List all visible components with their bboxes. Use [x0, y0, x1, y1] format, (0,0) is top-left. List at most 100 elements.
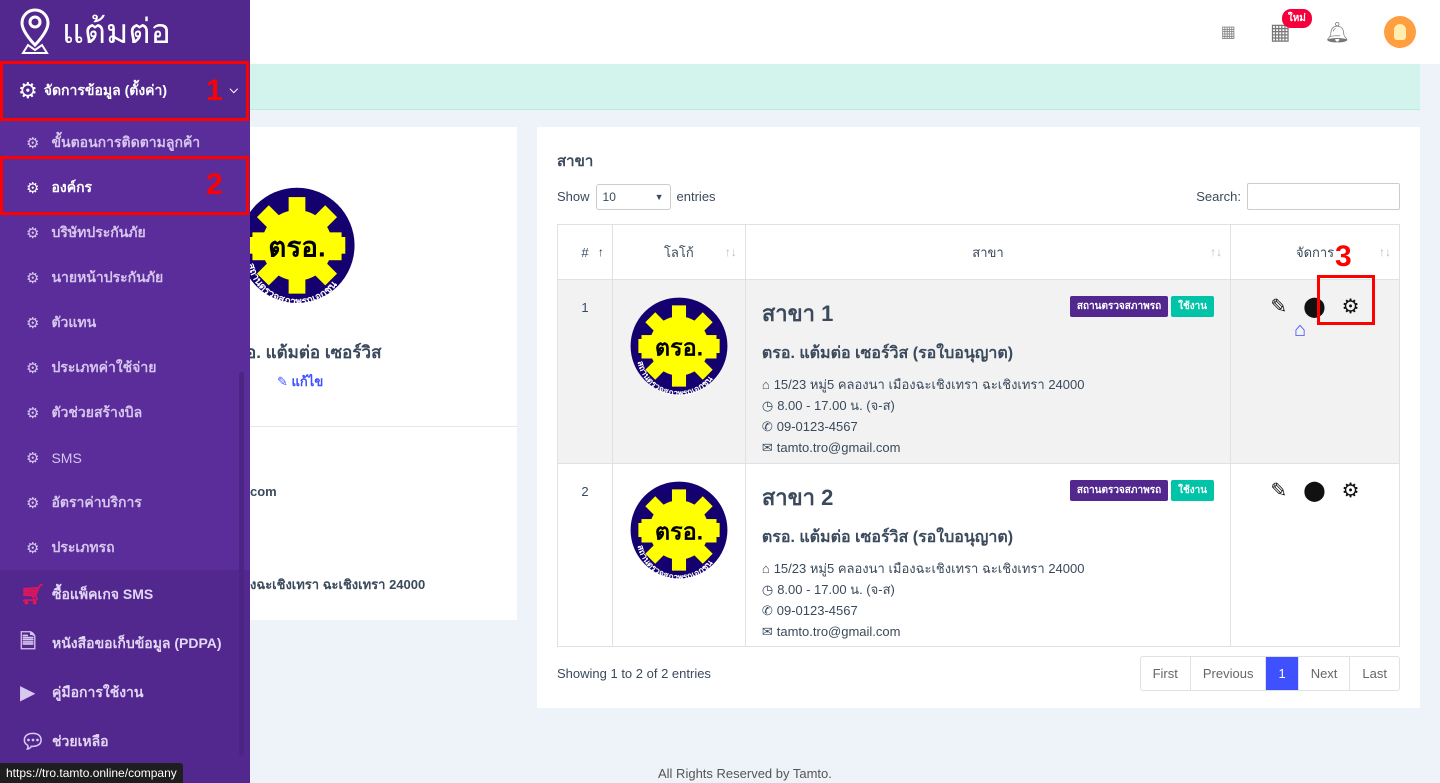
sidebar-item-8[interactable]: ⚙ อัตราค่าบริการ: [0, 480, 250, 525]
divider: [250, 426, 517, 427]
envelope-icon: ✉: [761, 439, 773, 455]
branch-logo: ตรอ. สถานตรวจสภาพรถเอกชน: [630, 481, 728, 582]
edit-company-link[interactable]: ✎ แก้ไข: [277, 371, 323, 392]
sidebar-item-label: อัตราค่าบริการ: [51, 493, 142, 510]
phone-icon: ✆: [761, 602, 773, 618]
map-marker-icon[interactable]: ⬤: [1303, 478, 1325, 503]
pagination-previous[interactable]: Previous: [1189, 657, 1266, 690]
brand-logo[interactable]: แต้มต่อ: [0, 0, 250, 62]
type-badge: สถานตรวจสภาพรถ: [1069, 296, 1169, 317]
logo-abbr: ตรอ.: [268, 232, 326, 263]
row-number: 1: [557, 279, 613, 464]
sidebar-scrollbar[interactable]: [239, 372, 244, 756]
edit-pencil-icon[interactable]: ✎: [1271, 294, 1288, 319]
sidebar-item-label: ซื้อแพ็คเกจ SMS: [52, 585, 154, 602]
branch-address: 15/23 หมู่5 คลองนา เมืองฉะเชิงเทรา ฉะเชิ…: [773, 561, 1085, 576]
actions-cell: ✎ ⬤ ⚙: [1230, 463, 1400, 647]
home-icon: ⌂: [761, 561, 770, 576]
sidebar-item-label: หนังสือขอเก็บข้อมูล (PDPA): [52, 634, 222, 651]
sidebar-item-6[interactable]: ⚙ ตัวช่วยสร้างบิล: [0, 390, 250, 435]
file-icon: 🗎: [20, 630, 37, 653]
sidebar-item-2[interactable]: ⚙ บริษัทประกันภัย: [0, 210, 250, 255]
branch-hours: 8.00 - 17.00 น. (จ-ส): [777, 582, 895, 597]
avatar[interactable]: [1384, 16, 1416, 48]
column-header-2[interactable]: สาขา ↑↓: [744, 224, 1232, 280]
sidebar-item-3[interactable]: ⚙ นายหน้าประกันภัย: [0, 255, 250, 300]
gear-icon: ⚙: [26, 494, 40, 512]
sidebar-item-label: คู่มือการใช้งาน: [52, 683, 144, 700]
lightbulb-icon: [1394, 24, 1406, 40]
column-header-3[interactable]: จัดการ ↑↓: [1230, 224, 1400, 280]
gear-icon: ⚙: [26, 224, 40, 242]
branch-cell: สถานตรวจสภาพรถ ใช้งาน สาขา 1 ตรอ. แต้มต่…: [744, 279, 1232, 464]
pagination-last[interactable]: Last: [1349, 657, 1399, 690]
branch-email: tamto.tro@gmail.com: [776, 440, 901, 455]
cart-plus-icon: 🛒︎: [20, 584, 46, 606]
clock-icon: ◷: [761, 397, 774, 413]
pin-gear-icon: [20, 8, 50, 54]
edit-pencil-icon[interactable]: ✎: [1271, 478, 1288, 503]
sort-icon: ↑↓: [1379, 245, 1391, 259]
branch-email: tamto.tro@gmail.com: [776, 624, 901, 639]
sidebar-item-label: ประเภทค่าใช้จ่าย: [51, 358, 157, 375]
pagination-1[interactable]: 1: [1265, 657, 1298, 690]
table-row: 1 ตรอ. สถานตรวจสภาพรถเอกชน สถานตรวจสภาพร…: [557, 279, 1400, 464]
logo-abbr: ตรอ.: [655, 334, 703, 360]
sidebar-item-label: ช่วยเหลือ: [52, 732, 109, 749]
branch-card: สาขา Show 10 ▼ entries Search: # ↑ โลโก้ ↑↓ ส…: [537, 127, 1420, 708]
sidebar-item-label: ขั้นตอนการติดตามลูกค้า: [51, 133, 201, 150]
branch-phone: 09-0123-4567: [776, 603, 858, 618]
gear-icon: ⚙: [26, 359, 40, 377]
column-label: โลโก้: [663, 244, 694, 260]
company-card: ตรอ. สถานตรวจสภาพรถเอกชน อ. แต้มต่อ เซอร…: [239, 127, 517, 620]
page-length-value: 10: [602, 189, 616, 204]
gear-icon: ⚙: [26, 269, 40, 287]
sidebar-item-7[interactable]: ⚙ SMS: [0, 435, 250, 480]
settings-gear-icon[interactable]: ⚙: [1342, 478, 1360, 503]
sidebar-item-5[interactable]: ⚙ ประเภทค่าใช้จ่าย: [0, 345, 250, 390]
branch-table: # ↑ โลโก้ ↑↓ สาขา ↑↓ จัดการ ↑↓ 1 ตรอ. สถานตรวจส…: [557, 224, 1400, 647]
branch-address: 15/23 หมู่5 คลองนา เมืองฉะเชิงเทรา ฉะเชิ…: [773, 377, 1085, 392]
company-email: com: [250, 484, 277, 499]
sidebar-extra-item-0[interactable]: 🛒︎ ซื้อแพ็คเกจ SMS: [0, 570, 250, 619]
sidebar-item-label: ประเภทรถ: [51, 538, 115, 555]
youtube-icon: ▶: [20, 682, 36, 704]
apps-grid-icon[interactable]: ▦ ใหม่: [1270, 9, 1312, 45]
envelope-icon: ✉: [761, 623, 773, 639]
branch-phone: 09-0123-4567: [776, 419, 858, 434]
search-input[interactable]: [1247, 183, 1400, 210]
column-header-0[interactable]: # ↑: [557, 224, 613, 280]
sidebar-item-4[interactable]: ⚙ ตัวแทน: [0, 300, 250, 345]
page-length-select[interactable]: 10 ▼: [595, 183, 671, 210]
gear-icon: ⚙: [26, 134, 40, 152]
type-badge: สถานตรวจสภาพรถ: [1069, 480, 1169, 501]
branch-logo: ตรอ. สถานตรวจสภาพรถเอกชน: [630, 297, 728, 398]
gear-icon: ⚙: [26, 404, 40, 422]
phone-icon: ✆: [761, 418, 773, 434]
sidebar-item-9[interactable]: ⚙ ประเภทรถ: [0, 525, 250, 570]
status-url: https://tro.tamto.online/company: [0, 763, 183, 783]
new-badge: ใหม่: [1281, 9, 1312, 28]
sidebar-extra-item-3[interactable]: 💬︎ ช่วยเหลือ: [0, 717, 250, 766]
gear-icon: ⚙: [26, 539, 40, 557]
column-header-1[interactable]: โลโก้ ↑↓: [611, 224, 746, 280]
sidebar-item-label: นายหน้าประกันภัย: [51, 268, 164, 285]
qr-code-icon[interactable]: ▦: [1221, 22, 1236, 42]
pagination-first[interactable]: First: [1141, 657, 1190, 690]
sort-icon: ↑: [597, 245, 604, 259]
pagination-next[interactable]: Next: [1297, 657, 1350, 690]
sidebar-item-label: ตัวแทน: [51, 313, 97, 330]
sidebar-extra-item-2[interactable]: ▶ คู่มือการใช้งาน: [0, 668, 250, 717]
column-label: สาขา: [972, 244, 1004, 260]
branch-hours: 8.00 - 17.00 น. (จ-ส): [777, 398, 895, 413]
logo-abbr: ตรอ.: [655, 518, 703, 544]
annotation-box-3: [1317, 275, 1375, 325]
pencil-icon: ✎: [277, 374, 288, 389]
chevron-down-icon: ▼: [654, 191, 664, 202]
sidebar-item-label: SMS: [51, 449, 82, 466]
sidebar-item-label: บริษัทประกันภัย: [51, 223, 146, 240]
sidebar-extra-item-1[interactable]: 🗎 หนังสือขอเก็บข้อมูล (PDPA): [0, 619, 250, 668]
annotation-number-1: 1: [206, 74, 223, 107]
bell-icon[interactable]: 🔔︎: [1325, 20, 1350, 45]
annotation-number-2: 2: [206, 168, 223, 201]
